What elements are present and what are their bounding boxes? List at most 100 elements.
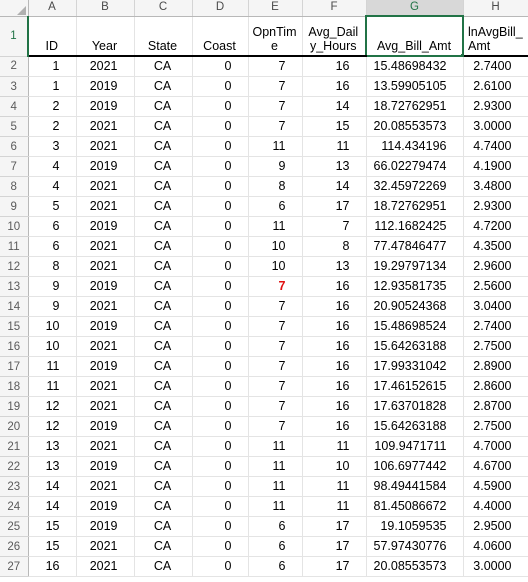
cell-avg-bill-amt[interactable]: 17.63701828 xyxy=(366,396,464,417)
header-cell-year[interactable]: Year xyxy=(76,16,135,57)
cell-ln-avg-bill-amt[interactable]: 4.7000 xyxy=(463,436,528,457)
column-header-e[interactable]: E xyxy=(248,0,303,17)
cell-avg-daily-hours[interactable]: 16 xyxy=(302,276,367,297)
cell-id[interactable]: 10 xyxy=(28,336,77,357)
cell-opntime[interactable]: 6 xyxy=(248,196,303,217)
cell-ln-avg-bill-amt[interactable]: 3.0000 xyxy=(463,116,528,137)
cell-state[interactable]: CA xyxy=(134,396,193,417)
row-header-16[interactable]: 16 xyxy=(0,336,29,357)
row-header-4[interactable]: 4 xyxy=(0,96,29,117)
cell-year[interactable]: 2019 xyxy=(76,156,135,177)
cell-state[interactable]: CA xyxy=(134,176,193,197)
cell-id[interactable]: 3 xyxy=(28,136,77,157)
cell-opntime[interactable]: 6 xyxy=(248,536,303,557)
cell-avg-daily-hours[interactable]: 16 xyxy=(302,356,367,377)
worksheet-table[interactable]: A B C D E F G H 1 ID Year State Coast Op… xyxy=(0,0,528,577)
cell-avg-bill-amt[interactable]: 81.45086672 xyxy=(366,496,464,517)
cell-ln-avg-bill-amt[interactable]: 2.9300 xyxy=(463,196,528,217)
cell-year[interactable]: 2021 xyxy=(76,476,135,497)
cell-ln-avg-bill-amt[interactable]: 2.9500 xyxy=(463,516,528,537)
cell-avg-daily-hours[interactable]: 16 xyxy=(302,76,367,97)
cell-coast[interactable]: 0 xyxy=(192,136,249,157)
cell-opntime[interactable]: 7 xyxy=(248,96,303,117)
cell-id[interactable]: 10 xyxy=(28,316,77,337)
cell-opntime[interactable]: 7 xyxy=(248,296,303,317)
cell-avg-bill-amt[interactable]: 15.48698524 xyxy=(366,316,464,337)
cell-state[interactable]: CA xyxy=(134,196,193,217)
cell-avg-bill-amt[interactable]: 20.08553573 xyxy=(366,556,464,577)
cell-avg-daily-hours[interactable]: 11 xyxy=(302,496,367,517)
cell-coast[interactable]: 0 xyxy=(192,376,249,397)
spreadsheet-grid-area[interactable]: A B C D E F G H 1 ID Year State Coast Op… xyxy=(0,0,528,582)
cell-avg-bill-amt[interactable]: 77.47846477 xyxy=(366,236,464,257)
cell-coast[interactable]: 0 xyxy=(192,456,249,477)
cell-id[interactable]: 15 xyxy=(28,536,77,557)
cell-avg-daily-hours[interactable]: 16 xyxy=(302,396,367,417)
cell-coast[interactable]: 0 xyxy=(192,476,249,497)
row-header-27[interactable]: 27 xyxy=(0,556,29,577)
row-header-6[interactable]: 6 xyxy=(0,136,29,157)
cell-avg-daily-hours[interactable]: 16 xyxy=(302,296,367,317)
cell-avg-bill-amt[interactable]: 17.46152615 xyxy=(366,376,464,397)
cell-avg-daily-hours[interactable]: 17 xyxy=(302,196,367,217)
cell-opntime[interactable]: 8 xyxy=(248,176,303,197)
cell-ln-avg-bill-amt[interactable]: 2.6100 xyxy=(463,76,528,97)
cell-year[interactable]: 2021 xyxy=(76,376,135,397)
cell-state[interactable]: CA xyxy=(134,276,193,297)
header-cell-id[interactable]: ID xyxy=(28,16,77,57)
cell-avg-daily-hours[interactable]: 17 xyxy=(302,536,367,557)
header-cell-state[interactable]: State xyxy=(134,16,193,57)
cell-avg-bill-amt[interactable]: 32.45972269 xyxy=(366,176,464,197)
cell-id[interactable]: 13 xyxy=(28,456,77,477)
header-cell-avg-bill-amt[interactable]: Avg_Bill_Amt xyxy=(365,15,464,57)
cell-coast[interactable]: 0 xyxy=(192,296,249,317)
cell-year[interactable]: 2021 xyxy=(76,256,135,277)
cell-avg-daily-hours[interactable]: 15 xyxy=(302,116,367,137)
column-header-c[interactable]: C xyxy=(134,0,193,17)
cell-id[interactable]: 2 xyxy=(28,96,77,117)
cell-id[interactable]: 4 xyxy=(28,156,77,177)
cell-id[interactable]: 4 xyxy=(28,176,77,197)
cell-opntime[interactable]: 11 xyxy=(248,476,303,497)
cell-opntime[interactable]: 7 xyxy=(248,396,303,417)
row-header-10[interactable]: 10 xyxy=(0,216,29,237)
row-header-11[interactable]: 11 xyxy=(0,236,29,257)
cell-year[interactable]: 2021 xyxy=(76,436,135,457)
cell-state[interactable]: CA xyxy=(134,156,193,177)
cell-year[interactable]: 2021 xyxy=(76,136,135,157)
row-header-19[interactable]: 19 xyxy=(0,396,29,417)
cell-coast[interactable]: 0 xyxy=(192,56,249,77)
cell-state[interactable]: CA xyxy=(134,536,193,557)
row-header-25[interactable]: 25 xyxy=(0,516,29,537)
row-header-21[interactable]: 21 xyxy=(0,436,29,457)
cell-coast[interactable]: 0 xyxy=(192,256,249,277)
cell-year[interactable]: 2019 xyxy=(76,216,135,237)
column-header-g[interactable]: G xyxy=(366,0,464,17)
row-header-12[interactable]: 12 xyxy=(0,256,29,277)
header-cell-avg-daily-hours[interactable]: Avg_Daily_Hours xyxy=(302,16,367,57)
cell-avg-bill-amt[interactable]: 13.59905105 xyxy=(366,76,464,97)
cell-ln-avg-bill-amt[interactable]: 2.7500 xyxy=(463,336,528,357)
cell-year[interactable]: 2021 xyxy=(76,56,135,77)
cell-avg-bill-amt[interactable]: 18.72762951 xyxy=(366,96,464,117)
cell-avg-bill-amt[interactable]: 112.1682425 xyxy=(366,216,464,237)
cell-ln-avg-bill-amt[interactable]: 3.0400 xyxy=(463,296,528,317)
cell-state[interactable]: CA xyxy=(134,556,193,577)
cell-state[interactable]: CA xyxy=(134,476,193,497)
cell-state[interactable]: CA xyxy=(134,376,193,397)
cell-coast[interactable]: 0 xyxy=(192,336,249,357)
cell-opntime[interactable]: 11 xyxy=(248,136,303,157)
cell-avg-daily-hours[interactable]: 13 xyxy=(302,256,367,277)
cell-id[interactable]: 6 xyxy=(28,236,77,257)
cell-year[interactable]: 2021 xyxy=(76,236,135,257)
cell-id[interactable]: 11 xyxy=(28,356,77,377)
cell-year[interactable]: 2021 xyxy=(76,556,135,577)
cell-opntime[interactable]: 7 xyxy=(248,116,303,137)
cell-opntime[interactable]: 7 xyxy=(248,416,303,437)
cell-coast[interactable]: 0 xyxy=(192,216,249,237)
cell-coast[interactable]: 0 xyxy=(192,396,249,417)
cell-ln-avg-bill-amt[interactable]: 2.7400 xyxy=(463,316,528,337)
cell-id[interactable]: 15 xyxy=(28,516,77,537)
cell-state[interactable]: CA xyxy=(134,436,193,457)
cell-state[interactable]: CA xyxy=(134,516,193,537)
